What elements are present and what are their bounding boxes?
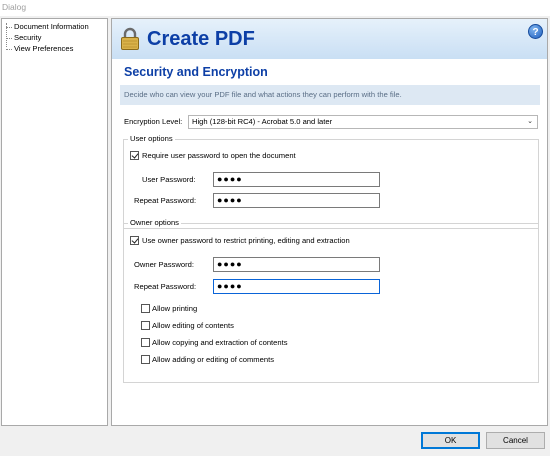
owner-options-title: Owner options: [128, 218, 181, 227]
nav-item-label: Document Information: [14, 22, 89, 31]
banner: Create PDF ?: [112, 19, 547, 59]
nav-item-label: Security: [14, 33, 42, 42]
use-owner-password-checkbox[interactable]: [130, 236, 139, 245]
user-repeat-password-field[interactable]: ●●●●: [213, 193, 380, 208]
content-panel: Create PDF ? Security and Encryption Dec…: [111, 18, 548, 426]
tree-dash: [6, 48, 12, 50]
tree-dash: [6, 37, 12, 39]
require-user-password-checkbox[interactable]: [130, 151, 139, 160]
allow-editing-checkbox[interactable]: [141, 321, 150, 330]
owner-repeat-password-field[interactable]: ●●●●: [213, 279, 380, 294]
allow-comments-label: Allow adding or editing of comments: [152, 355, 274, 364]
window-title: Dialog: [0, 0, 550, 16]
allow-printing-checkbox[interactable]: [141, 304, 150, 313]
user-password-label: User Password:: [142, 175, 196, 184]
encryption-level-label: Encryption Level:: [124, 117, 183, 126]
nav-item-view-preferences[interactable]: View Preferences: [6, 43, 73, 54]
allow-copying-label: Allow copying and extraction of contents: [152, 338, 288, 347]
cancel-button[interactable]: Cancel: [486, 432, 545, 449]
allow-comments-checkbox[interactable]: [141, 355, 150, 364]
user-password-field[interactable]: ●●●●: [213, 172, 380, 187]
use-owner-password-label: Use owner password to restrict printing,…: [142, 236, 350, 245]
nav-tree: Document Information Security View Prefe…: [1, 18, 108, 426]
lock-icon: [121, 27, 139, 50]
banner-title: Create PDF: [147, 28, 255, 50]
encryption-level-value: High (128-bit RC4) - Acrobat 5.0 and lat…: [192, 117, 333, 126]
section-description: Decide who can view your PDF file and wh…: [120, 85, 540, 105]
allow-printing-label: Allow printing: [152, 304, 198, 313]
user-options-group: User options Require user password to op…: [123, 134, 539, 229]
nav-item-document-information[interactable]: Document Information: [6, 21, 89, 32]
require-user-password-label: Require user password to open the docume…: [142, 151, 296, 160]
allow-editing-label: Allow editing of contents: [152, 321, 234, 330]
nav-item-label: View Preferences: [14, 44, 74, 53]
user-repeat-password-label: Repeat Password:: [134, 196, 197, 205]
owner-password-label: Owner Password:: [134, 260, 194, 269]
chevron-down-icon: ⌄: [527, 118, 533, 125]
help-icon[interactable]: ?: [528, 24, 543, 39]
allow-copying-checkbox[interactable]: [141, 338, 150, 347]
nav-item-security[interactable]: Security: [6, 32, 41, 43]
owner-repeat-password-label: Repeat Password:: [134, 282, 197, 291]
dialog-body: Document Information Security View Prefe…: [0, 16, 550, 426]
owner-options-group: Owner options Use owner password to rest…: [123, 218, 539, 383]
encryption-level-select[interactable]: High (128-bit RC4) - Acrobat 5.0 and lat…: [188, 115, 538, 129]
ok-button[interactable]: OK: [421, 432, 480, 449]
user-options-title: User options: [128, 134, 175, 143]
owner-password-field[interactable]: ●●●●: [213, 257, 380, 272]
tree-dash: [6, 26, 12, 28]
section-title: Security and Encryption: [124, 65, 268, 79]
